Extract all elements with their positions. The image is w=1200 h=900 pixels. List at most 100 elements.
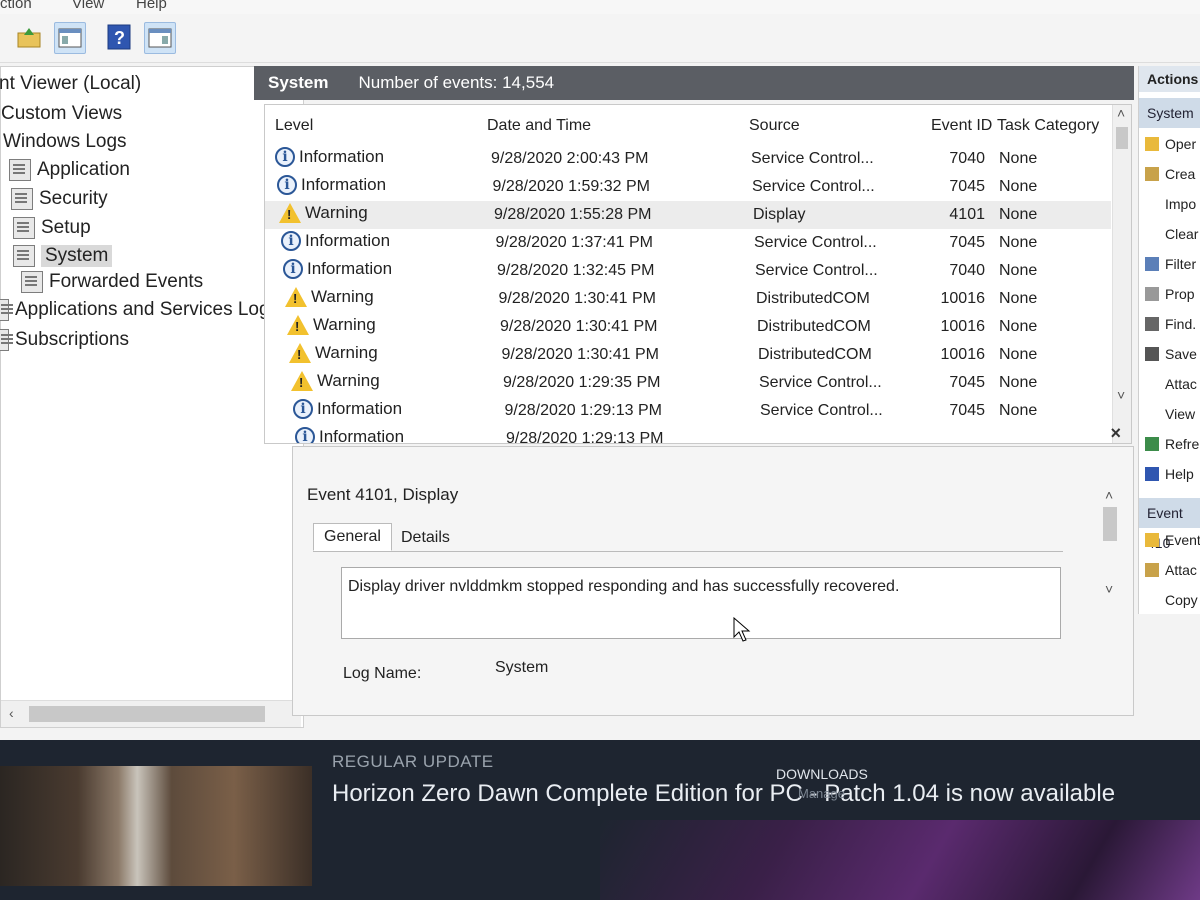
tab-general[interactable]: General: [313, 523, 392, 551]
scrollbar-thumb[interactable]: [29, 706, 265, 722]
tab-details[interactable]: Details: [391, 525, 460, 551]
warning-icon: [279, 203, 301, 223]
date-cell: 9/28/2020 1:59:32 PM: [492, 178, 650, 195]
tree-custom-views[interactable]: Custom Views: [1, 103, 122, 125]
downloads-label[interactable]: DOWNLOADS: [776, 766, 868, 782]
task-category-cell: None: [999, 346, 1038, 363]
tree-item-setup[interactable]: Setup: [13, 217, 91, 239]
table-row[interactable]: i Information 9/28/2020 2:00:43 PM Service …: [265, 145, 1111, 173]
scrollbar-thumb[interactable]: [1116, 127, 1128, 149]
action-item[interactable]: Prop: [1145, 286, 1195, 302]
table-row[interactable]: i Information 9/28/2020 1:29:13 PM: [265, 425, 1111, 444]
event-id-cell: 7040: [949, 262, 985, 279]
source-cell: DistributedCOM: [757, 318, 871, 335]
level-cell: Warning: [291, 371, 380, 391]
warning-icon: [289, 343, 311, 363]
table-row[interactable]: i Information 9/28/2020 1:59:32 PM Service …: [265, 173, 1111, 201]
action-item[interactable]: View: [1145, 406, 1195, 422]
column-header-task-category[interactable]: Task Category: [997, 117, 1099, 135]
menu-help[interactable]: Help: [136, 0, 167, 12]
tree-item-application[interactable]: Application: [9, 159, 130, 181]
tree-item-forwarded-events[interactable]: Forwarded Events: [21, 271, 203, 293]
actions-header: Actions: [1139, 66, 1200, 92]
help-icon[interactable]: ?: [104, 22, 134, 52]
column-header-source[interactable]: Source: [749, 117, 800, 135]
events-vertical-scrollbar[interactable]: ˄ ˅: [1112, 105, 1131, 443]
tree-item-label: Setup: [41, 217, 91, 238]
menu-view[interactable]: View: [72, 0, 104, 12]
column-header-event-id[interactable]: Event ID: [931, 117, 992, 135]
tree-item-apps-services[interactable]: Applications and Services Log: [0, 299, 270, 321]
source-cell: Service Control...: [759, 374, 882, 391]
scroll-left-icon[interactable]: ‹: [9, 705, 14, 721]
action-item[interactable]: Find.: [1145, 316, 1196, 332]
tree-item-label: Subscriptions: [15, 329, 130, 350]
action-icon: [1145, 257, 1159, 271]
up-folder-icon[interactable]: [14, 22, 44, 52]
level-text: Warning: [305, 203, 368, 222]
action-icon: [1145, 533, 1159, 547]
event-id-cell: 7040: [949, 150, 985, 167]
level-text: Warning: [311, 287, 374, 306]
actions-section-system[interactable]: System: [1139, 98, 1200, 128]
table-row[interactable]: i Information 9/28/2020 1:37:41 PM Service …: [265, 229, 1111, 257]
action-item[interactable]: Attac: [1145, 562, 1197, 578]
column-header-date[interactable]: Date and Time: [487, 117, 591, 135]
level-text: Information: [319, 427, 405, 444]
scroll-down-icon[interactable]: ˅: [1105, 581, 1113, 597]
tree-item-system[interactable]: System: [13, 245, 113, 267]
scroll-down-icon[interactable]: ˅: [1117, 387, 1125, 403]
table-row[interactable]: Warning 9/28/2020 1:55:28 PM Display 4101 No…: [265, 201, 1111, 229]
column-header-level[interactable]: Level: [275, 117, 313, 135]
action-item[interactable]: Refre: [1145, 436, 1199, 452]
date-cell: 9/28/2020 1:37:41 PM: [495, 234, 653, 251]
table-row[interactable]: Warning 9/28/2020 1:30:41 PM DistributedCO…: [265, 341, 1111, 369]
date-cell: 9/28/2020 1:29:13 PM: [504, 402, 662, 419]
action-label: Impo: [1165, 196, 1197, 212]
action-item[interactable]: Save: [1145, 346, 1197, 362]
events-table: Level Date and Time Source Event ID Task…: [264, 104, 1132, 444]
action-item[interactable]: Attac: [1145, 376, 1197, 392]
close-icon[interactable]: ×: [1110, 423, 1121, 444]
tree-windows-logs[interactable]: Windows Logs: [3, 131, 127, 153]
tree-item-security[interactable]: Security: [11, 188, 108, 210]
tree-root[interactable]: nt Viewer (Local): [0, 73, 141, 95]
action-item[interactable]: Help: [1145, 466, 1194, 482]
event-id-cell: 7045: [949, 178, 985, 195]
actions-section-event[interactable]: Event 410: [1139, 498, 1200, 551]
action-item[interactable]: Event: [1145, 532, 1200, 548]
tree-horizontal-scrollbar[interactable]: ‹: [1, 700, 301, 727]
level-cell: i Information: [277, 175, 386, 195]
event-count: Number of events: 14,554: [358, 73, 555, 92]
level-text: Information: [317, 399, 403, 418]
information-icon: i: [283, 259, 303, 279]
event-message[interactable]: Display driver nvlddmkm stopped respondi…: [341, 567, 1061, 639]
menu-action[interactable]: ction: [0, 0, 32, 12]
scrollbar-thumb[interactable]: [1103, 507, 1117, 541]
game-thumbnail[interactable]: [0, 766, 312, 886]
action-item[interactable]: Copy: [1145, 592, 1198, 608]
source-cell: Service Control...: [751, 150, 874, 167]
action-item[interactable]: Impo: [1145, 196, 1196, 212]
scroll-up-icon[interactable]: ˄: [1117, 105, 1125, 121]
table-row[interactable]: Warning 9/28/2020 1:30:41 PM DistributedCO…: [265, 285, 1111, 313]
show-hide-console-tree-icon[interactable]: [54, 22, 86, 54]
level-cell: i Information: [275, 147, 384, 167]
action-item[interactable]: Crea: [1145, 166, 1195, 182]
detail-vertical-scrollbar[interactable]: ˄ ˅: [1101, 487, 1119, 607]
action-item[interactable]: Oper: [1145, 136, 1196, 152]
show-hide-action-pane-icon[interactable]: [144, 22, 176, 54]
action-item[interactable]: Filter: [1145, 256, 1196, 272]
manage-link[interactable]: Manage: [798, 786, 845, 801]
event-id-cell: 7045: [949, 402, 985, 419]
table-row[interactable]: i Information 9/28/2020 1:32:45 PM Service …: [265, 257, 1111, 285]
action-item[interactable]: Clear: [1145, 226, 1198, 242]
table-row[interactable]: i Information 9/28/2020 1:29:13 PM Service …: [265, 397, 1111, 425]
date-cell: 9/28/2020 2:00:43 PM: [491, 150, 649, 167]
tree-item-subscriptions[interactable]: Subscriptions: [0, 329, 129, 351]
scroll-up-icon[interactable]: ˄: [1105, 487, 1113, 503]
task-category-cell: None: [999, 178, 1038, 195]
table-row[interactable]: Warning 9/28/2020 1:29:35 PM Service Contr…: [265, 369, 1111, 397]
update-title[interactable]: Horizon Zero Dawn Complete Edition for P…: [332, 780, 1115, 808]
table-row[interactable]: Warning 9/28/2020 1:30:41 PM DistributedCO…: [265, 313, 1111, 341]
